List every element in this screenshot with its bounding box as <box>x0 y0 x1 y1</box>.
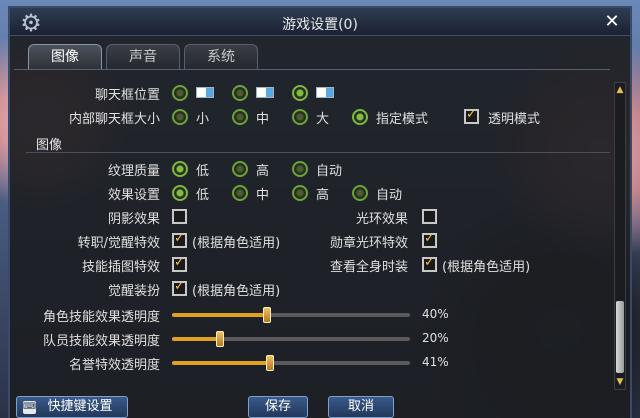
chat-position-radio-2[interactable] <box>232 85 248 101</box>
awaken-effect-note: (根据角色适用) <box>192 236 281 251</box>
settings-content: 聊天框位置 内部聊天框大小 小 中 大 指定模式 透明模式 图像 纹理质 <box>10 78 610 378</box>
slider-row-character-skill: 角色技能效果透明度 40% <box>10 304 610 326</box>
texture-low-label: 低 <box>196 164 210 179</box>
texture-row: 纹理质量 低 高 自动 <box>10 158 610 180</box>
effect-radio-low[interactable] <box>172 185 188 201</box>
awaken-outfit-note: (根据角色适用) <box>192 284 281 299</box>
slider-fill <box>172 337 220 341</box>
fullbody-checkbox[interactable] <box>422 255 437 272</box>
transparent-mode-checkbox[interactable] <box>464 107 479 124</box>
scroll-up-icon[interactable]: ▲ <box>615 84 625 96</box>
awaken-effect-label: 转职/觉醒特效 <box>77 236 160 251</box>
slider-value: 40% <box>422 307 449 321</box>
bottom-bar: ⌨ 快捷键设置 保存 取消 <box>10 394 630 418</box>
skill-art-label: 技能插图特效 <box>81 260 160 275</box>
chat-position-radio-3[interactable] <box>292 85 308 101</box>
tab-image[interactable]: 图像 <box>28 44 102 70</box>
chat-size-radio-small[interactable] <box>172 109 188 125</box>
skill-fullbody-row: 技能插图特效 查看全身时装 (根据角色适用) <box>10 254 610 276</box>
chat-size-label: 内部聊天框大小 <box>68 112 160 127</box>
effect-row: 效果设置 低 中 高 自动 <box>10 182 610 204</box>
chat-size-row: 内部聊天框大小 小 中 大 指定模式 透明模式 <box>10 106 610 128</box>
slider-value: 41% <box>422 355 449 369</box>
medal-label: 勋章光环特效 <box>329 236 408 251</box>
chat-left-icon <box>196 87 214 98</box>
awaken-medal-row: 转职/觉醒特效 (根据角色适用) 勋章光环特效 <box>10 230 610 252</box>
chat-size-large-label: 大 <box>316 112 330 127</box>
awaken-outfit-row: 觉醒装扮 (根据角色适用) <box>10 278 610 300</box>
title-bar[interactable]: ⚙ 游戏设置(0) ✕ <box>10 8 630 36</box>
section-divider <box>26 152 610 153</box>
fullbody-label: 查看全身时装 <box>329 260 408 275</box>
tab-divider <box>14 69 610 70</box>
texture-radio-high[interactable] <box>232 161 248 177</box>
chat-size-small-label: 小 <box>196 112 210 127</box>
slider-track[interactable] <box>172 361 410 365</box>
awaken-outfit-checkbox[interactable] <box>172 279 187 296</box>
chat-position-radio-1[interactable] <box>172 85 188 101</box>
effect-label: 效果设置 <box>107 188 160 203</box>
awaken-outfit-label: 觉醒装扮 <box>107 284 160 299</box>
chat-position-row: 聊天框位置 <box>10 82 610 104</box>
skill-art-checkbox[interactable] <box>172 255 187 272</box>
texture-auto-label: 自动 <box>316 164 343 179</box>
tab-sound[interactable]: 声音 <box>106 44 180 70</box>
slider-fill <box>172 313 268 317</box>
texture-radio-low[interactable] <box>172 161 188 177</box>
awaken-effect-checkbox[interactable] <box>172 231 187 248</box>
chat-right-icon <box>316 87 334 98</box>
chat-size-radio-medium[interactable] <box>232 109 248 125</box>
effect-radio-medium[interactable] <box>232 185 248 201</box>
effect-medium-label: 中 <box>256 188 270 203</box>
shadow-checkbox[interactable] <box>172 209 187 224</box>
slider-label: 队员技能效果透明度 <box>42 334 160 349</box>
slider-fill <box>172 361 270 365</box>
slider-label: 名誉特效透明度 <box>68 358 160 373</box>
close-button[interactable]: ✕ <box>602 12 622 32</box>
slider-track[interactable] <box>172 313 410 317</box>
texture-high-label: 高 <box>256 164 270 179</box>
hotkey-settings-label: 快捷键设置 <box>47 399 113 414</box>
halo-checkbox[interactable] <box>422 209 437 224</box>
image-section-title: 图像 <box>36 138 63 153</box>
medal-checkbox[interactable] <box>422 231 437 248</box>
chat-size-radio-large[interactable] <box>292 109 308 125</box>
effect-auto-label: 自动 <box>376 188 403 203</box>
tab-system[interactable]: 系统 <box>184 44 258 70</box>
scroll-down-icon[interactable]: ▼ <box>615 376 625 388</box>
effect-radio-high[interactable] <box>292 185 308 201</box>
chat-center-icon <box>256 87 274 98</box>
effect-radio-auto[interactable] <box>352 185 368 201</box>
chat-size-medium-label: 中 <box>256 112 270 127</box>
texture-label: 纹理质量 <box>107 164 160 179</box>
halo-label: 光环效果 <box>355 212 408 227</box>
slider-value: 20% <box>422 331 449 345</box>
chat-position-label: 聊天框位置 <box>94 88 160 103</box>
settings-window: ⚙ 游戏设置(0) ✕ 图像 声音 系统 聊天框位置 内部聊天框大小 小 中 大 <box>8 6 632 418</box>
hotkey-settings-button[interactable]: ⌨ 快捷键设置 <box>16 396 128 418</box>
slider-row-honor: 名誉特效透明度 41% <box>10 352 610 374</box>
save-button[interactable]: 保存 <box>248 396 308 418</box>
chat-mode-radio[interactable] <box>352 109 368 125</box>
slider-track[interactable] <box>172 337 410 341</box>
scrollbar-thumb[interactable] <box>616 301 624 373</box>
window-title: 游戏设置(0) <box>282 17 358 33</box>
slider-row-party-skill: 队员技能效果透明度 20% <box>10 328 610 350</box>
transparent-mode-label: 透明模式 <box>488 112 541 127</box>
fullbody-note: (根据角色适用) <box>442 260 531 275</box>
texture-radio-auto[interactable] <box>292 161 308 177</box>
slider-thumb[interactable] <box>215 331 224 347</box>
keyboard-icon: ⌨ <box>23 401 36 414</box>
slider-thumb[interactable] <box>265 355 274 371</box>
chat-mode-label: 指定模式 <box>376 112 429 127</box>
shadow-halo-row: 阴影效果 光环效果 <box>10 206 610 228</box>
cancel-button[interactable]: 取消 <box>328 396 394 418</box>
effect-high-label: 高 <box>316 188 330 203</box>
shadow-label: 阴影效果 <box>107 212 160 227</box>
scrollbar[interactable]: ▲ ▼ <box>614 82 626 390</box>
effect-low-label: 低 <box>196 188 210 203</box>
slider-thumb[interactable] <box>263 307 272 323</box>
slider-label: 角色技能效果透明度 <box>42 310 160 325</box>
